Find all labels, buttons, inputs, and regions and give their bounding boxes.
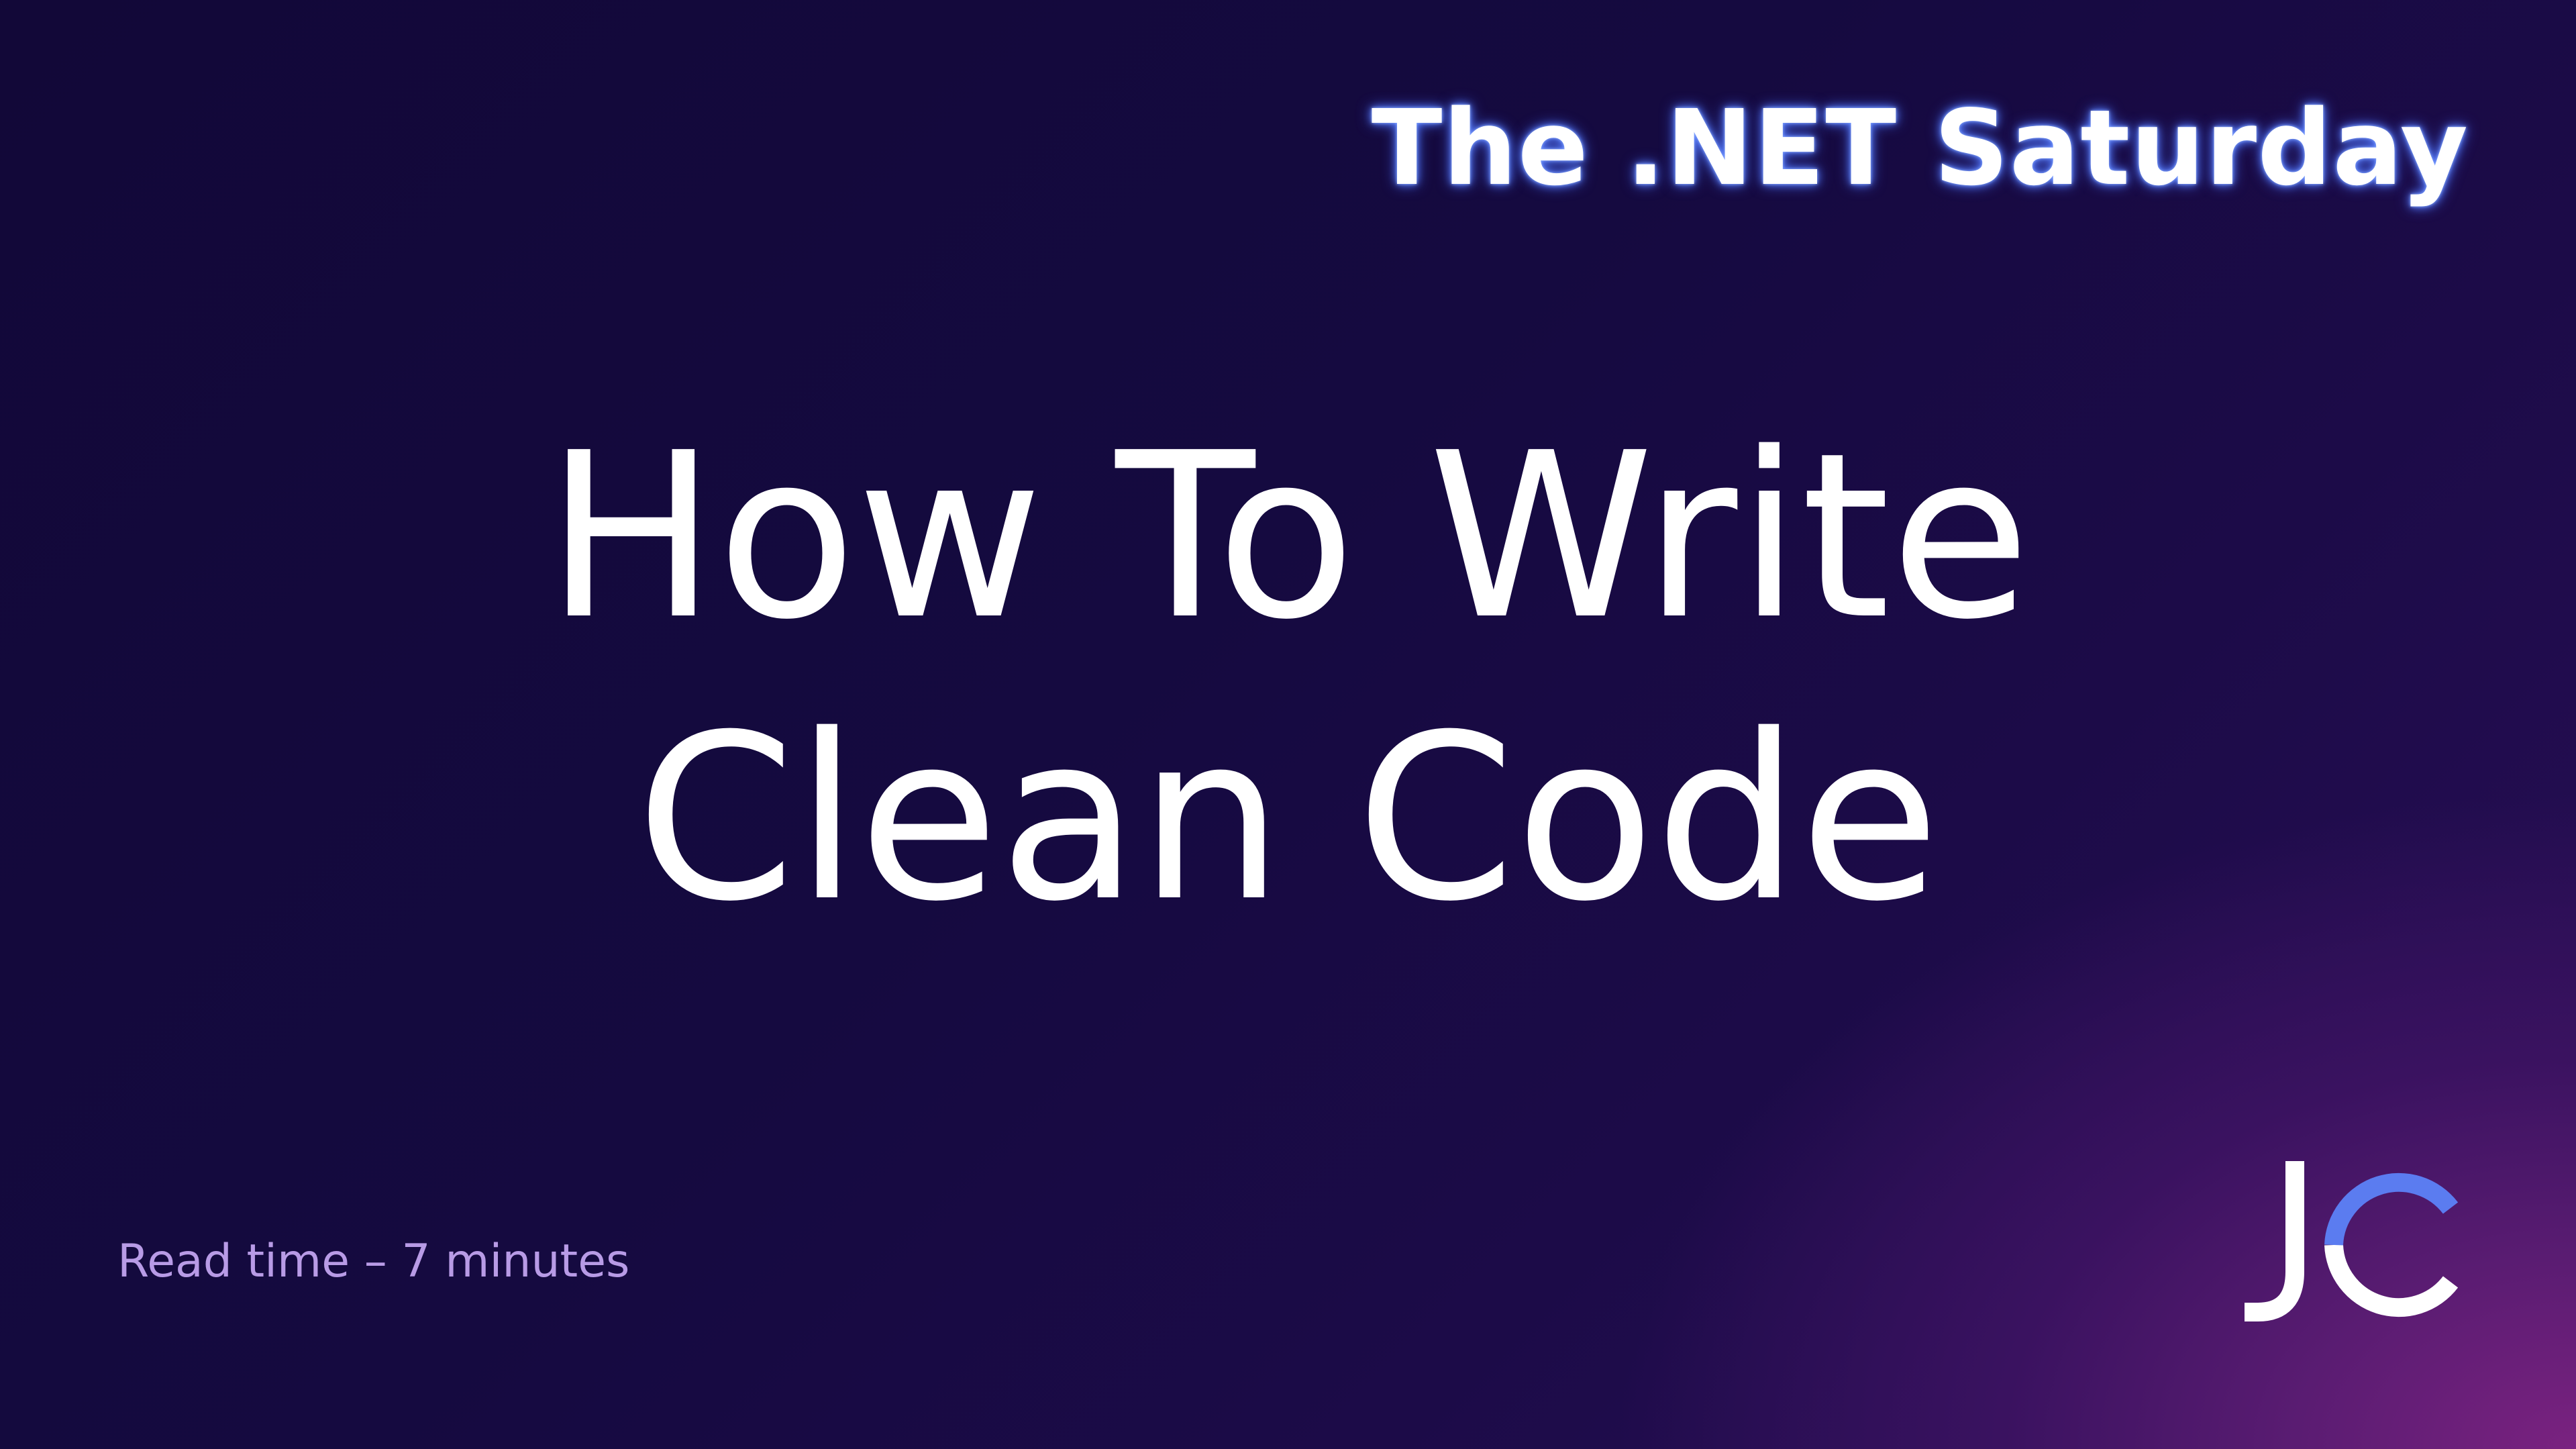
headline-line-1: How To Write: [545, 404, 2031, 670]
brand-title: The .NET Saturday: [1371, 87, 2469, 209]
headline-line-2: Clean Code: [635, 686, 1941, 952]
headline: How To Write Clean Code: [0, 396, 2576, 960]
logo-c-lower-arc: [2324, 1244, 2459, 1317]
jc-logo: [2245, 1161, 2459, 1321]
logo-c-upper-arc: [2324, 1172, 2459, 1246]
logo-j-shape: [2245, 1161, 2304, 1321]
read-time-label: Read time – 7 minutes: [117, 1235, 630, 1288]
